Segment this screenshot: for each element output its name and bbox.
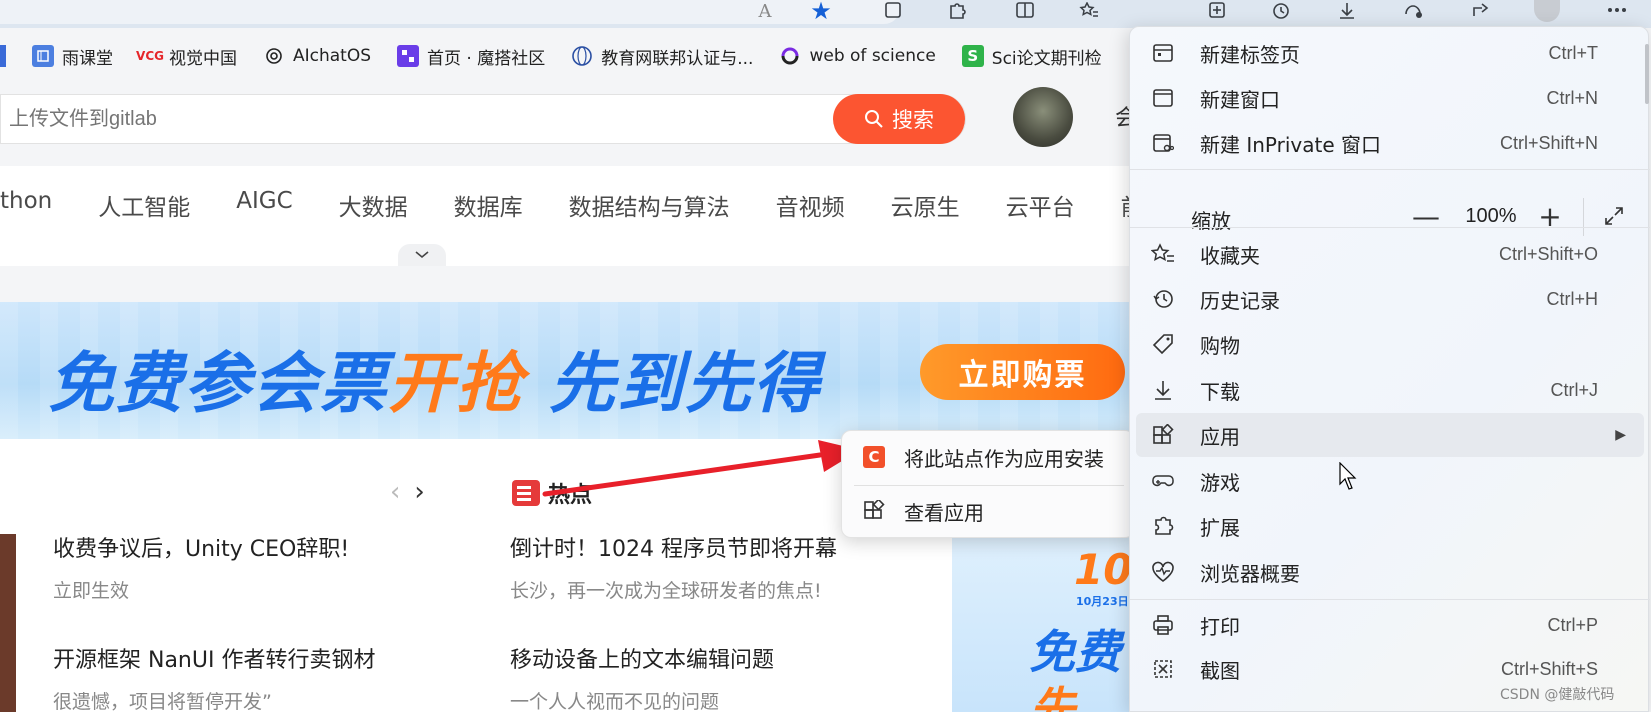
new-window-icon	[1150, 85, 1176, 111]
menu-shortcut: Ctrl+N	[1546, 87, 1598, 108]
submenu-arrow-icon: ▶	[1615, 427, 1626, 443]
fullscreen-icon[interactable]	[1596, 198, 1632, 234]
menu-divider	[1130, 227, 1650, 228]
new-tab-icon	[1150, 40, 1176, 66]
menu-new-inprivate[interactable]: 新建 InPrivate 窗口 Ctrl+Shift+N	[1130, 121, 1650, 165]
menu-shopping[interactable]: 购物	[1130, 322, 1650, 366]
download-icon	[1150, 377, 1176, 403]
menu-label: 历史记录	[1200, 288, 1280, 313]
menu-history[interactable]: 历史记录 Ctrl+H	[1130, 277, 1650, 321]
favorites-icon	[1150, 241, 1176, 267]
menu-shortcut: Ctrl+H	[1546, 288, 1598, 309]
apps-submenu: C 将此站点作为应用安装 查看应用	[841, 430, 1135, 538]
menu-label: 收藏夹	[1200, 243, 1260, 268]
zoom-out-button[interactable]: —	[1408, 198, 1444, 234]
menu-label: 新建窗口	[1200, 87, 1280, 112]
menu-browser-essentials[interactable]: 浏览器概要	[1130, 550, 1650, 594]
zoom-separator	[1583, 198, 1584, 236]
menu-extensions[interactable]: 扩展	[1130, 504, 1650, 548]
menu-label: 新建标签页	[1200, 42, 1300, 67]
menu-label: 新建 InPrivate 窗口	[1200, 132, 1382, 157]
menu-label: 打印	[1200, 614, 1240, 639]
menu-divider	[1130, 599, 1650, 600]
menu-apps[interactable]: 应用 ▶	[1136, 413, 1644, 457]
menu-label: 下载	[1200, 379, 1240, 404]
settings-menu: 新建标签页 Ctrl+T 新建窗口 Ctrl+N 新建 InPrivate 窗口…	[1129, 26, 1650, 712]
submenu-divider	[854, 485, 1124, 486]
games-icon	[1150, 468, 1176, 494]
inprivate-icon	[1150, 130, 1176, 156]
csdn-app-icon: C	[862, 445, 886, 469]
menu-new-window[interactable]: 新建窗口 Ctrl+N	[1130, 76, 1650, 120]
print-icon	[1150, 612, 1176, 638]
submenu-label: 查看应用	[904, 500, 984, 525]
apps-icon	[862, 499, 886, 523]
menu-scrollbar[interactable]	[1645, 44, 1649, 104]
menu-label: 应用	[1200, 424, 1240, 449]
menu-shortcut: Ctrl+T	[1548, 42, 1599, 63]
extensions-icon	[1150, 513, 1176, 539]
history-icon	[1150, 286, 1176, 312]
menu-divider	[1130, 169, 1650, 170]
menu-print[interactable]: 打印 Ctrl+P	[1130, 603, 1650, 647]
zoom-in-button[interactable]: +	[1532, 198, 1568, 234]
menu-label: 浏览器概要	[1200, 561, 1300, 586]
install-site-as-app-item[interactable]: C 将此站点作为应用安装	[842, 433, 1136, 481]
zoom-label: 缩放	[1191, 209, 1231, 233]
menu-label: 截图	[1200, 658, 1240, 683]
menu-games[interactable]: 游戏	[1130, 459, 1650, 503]
menu-new-tab[interactable]: 新建标签页 Ctrl+T	[1130, 31, 1650, 75]
menu-shortcut: Ctrl+Shift+O	[1498, 243, 1598, 264]
menu-shortcut: Ctrl+Shift+N	[1499, 132, 1598, 153]
menu-label: 游戏	[1200, 470, 1240, 495]
apps-icon	[1150, 422, 1176, 448]
watermark-text: CSDN @健敲代码	[1500, 687, 1615, 703]
submenu-label: 将此站点作为应用安装	[904, 446, 1104, 471]
mouse-cursor-icon	[1339, 462, 1357, 490]
shopping-tag-icon	[1150, 331, 1176, 357]
browser-essentials-icon	[1150, 559, 1176, 585]
menu-downloads[interactable]: 下载 Ctrl+J	[1130, 368, 1650, 412]
view-apps-item[interactable]: 查看应用	[842, 487, 1136, 535]
menu-label: 扩展	[1200, 515, 1240, 540]
menu-label: 购物	[1200, 333, 1240, 358]
screenshot-icon	[1150, 656, 1176, 682]
zoom-value: 100%	[1465, 205, 1517, 227]
menu-shortcut: Ctrl+P	[1547, 614, 1598, 635]
menu-shortcut: Ctrl+J	[1550, 379, 1598, 400]
menu-shortcut: Ctrl+Shift+S	[1500, 658, 1598, 679]
menu-favorites[interactable]: 收藏夹 Ctrl+Shift+O	[1130, 232, 1650, 276]
